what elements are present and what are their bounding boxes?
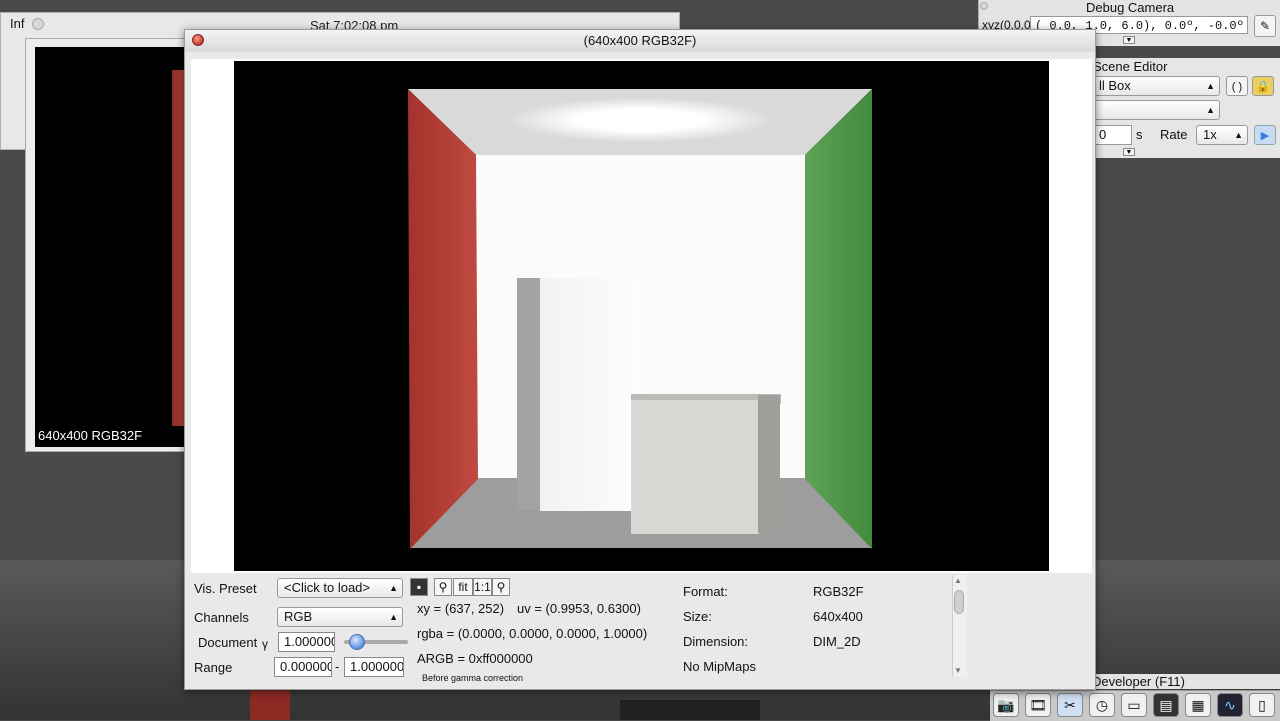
updown-arrow-icon: ▲ xyxy=(1206,81,1215,91)
scroll-down-icon[interactable]: ▼ xyxy=(954,666,962,675)
one-to-one-button[interactable]: 1:1 xyxy=(473,578,492,596)
range-label: Range xyxy=(194,660,233,675)
info-window-title: Inf xyxy=(10,16,25,31)
argb-readout: ARGB = 0xff000000 xyxy=(417,651,533,666)
uv-readout: uv = (0.9953, 0.6300) xyxy=(517,601,641,616)
play-button[interactable]: ▶ xyxy=(1254,125,1276,145)
background-red-wall xyxy=(250,690,290,720)
document-label: Document xyxy=(198,635,258,650)
size-label: Size: xyxy=(683,609,712,624)
eyedropper-icon: ⚲ xyxy=(438,580,448,594)
play-icon: ▶ xyxy=(1260,130,1270,142)
format-value: RGB32F xyxy=(813,584,864,599)
save-icon: ▪ xyxy=(416,580,422,594)
thumbnail-label: 640x400 RGB32F xyxy=(38,428,143,443)
short-block-side xyxy=(758,395,780,533)
updown-arrow-icon: ▲ xyxy=(1206,105,1215,115)
camera-icon[interactable]: 📷 xyxy=(993,693,1019,717)
debug-close-button[interactable] xyxy=(980,2,988,10)
pick-pixel-button[interactable]: ⚲ xyxy=(434,578,452,596)
range-min-field[interactable]: 0.000000 xyxy=(274,657,332,677)
console-icon[interactable]: ▤ xyxy=(1153,693,1179,717)
edit-camera-button[interactable]: ✎ xyxy=(1254,15,1276,37)
reload-scene-button[interactable]: ( ) xyxy=(1226,76,1248,96)
debug-camera-title: Debug Camera xyxy=(1086,0,1175,15)
reload-icon: ( ) xyxy=(1231,81,1243,93)
clock-icon[interactable]: ◷ xyxy=(1089,693,1115,717)
time-unit: s xyxy=(1136,127,1143,142)
updown-arrow-icon: ▲ xyxy=(1234,130,1243,140)
scene-expand-arrow[interactable]: ▼ xyxy=(1123,148,1135,156)
tools-icon[interactable]: ✂ xyxy=(1057,693,1083,717)
save-image-button[interactable]: ▪ xyxy=(410,578,428,596)
channels-label: Channels xyxy=(194,610,249,625)
fit-button[interactable]: fit xyxy=(453,578,473,596)
size-value: 640x400 xyxy=(813,609,863,624)
channels-select[interactable]: RGB ▲ xyxy=(277,607,403,627)
info-close-button[interactable] xyxy=(32,18,44,30)
rate-label: Rate xyxy=(1160,127,1188,142)
note-icon[interactable]: ▭ xyxy=(1121,693,1147,717)
lock-icon: 🔒 xyxy=(1256,81,1270,93)
gamma-symbol: γ xyxy=(262,637,268,651)
info-scrollbar-thumb[interactable] xyxy=(954,590,964,614)
gamma-field[interactable]: 1.000000 xyxy=(278,632,335,652)
gamma-slider-knob[interactable] xyxy=(348,634,365,650)
ceiling-light xyxy=(510,98,770,142)
rate-select[interactable]: 1x ▲ xyxy=(1196,125,1248,145)
dimension-value: DIM_2D xyxy=(813,634,861,649)
scroll-up-icon[interactable]: ▲ xyxy=(954,576,962,585)
time-field[interactable]: 0 xyxy=(1092,125,1132,145)
dimension-label: Dimension: xyxy=(683,634,749,649)
vis-preset-select[interactable]: <Click to load> ▲ xyxy=(277,578,403,598)
lock-scene-button[interactable]: 🔒 xyxy=(1252,76,1274,96)
updown-arrow-icon: ▲ xyxy=(389,612,398,622)
updown-arrow-icon: ▲ xyxy=(389,583,398,593)
xy-readout: xy = (637, 252) xyxy=(417,601,505,616)
range-max-field[interactable]: 1.000000 xyxy=(344,657,404,677)
format-label: Format: xyxy=(683,584,728,599)
pin-button[interactable]: ⚲ xyxy=(492,578,510,596)
tall-block-side xyxy=(517,278,541,510)
scene-editor-title: Scene Editor xyxy=(1093,59,1168,74)
texture-window-title: (640x400 RGB32F) xyxy=(583,33,697,48)
thumbnail-image[interactable] xyxy=(35,47,190,447)
short-block xyxy=(631,400,759,534)
rgba-readout: rgba = (0.0000, 0.0000, 0.0000, 1.0000) xyxy=(417,626,648,641)
scene-select[interactable]: ll Box ▲ xyxy=(1092,76,1220,96)
right-wall xyxy=(805,89,872,549)
tall-block xyxy=(540,278,642,511)
document-icon[interactable]: ▯ xyxy=(1249,693,1275,717)
profiler-icon[interactable]: ∿ xyxy=(1217,693,1243,717)
background-shadow xyxy=(620,700,760,720)
pencil-icon: ✎ xyxy=(1259,19,1271,33)
left-wall xyxy=(408,89,478,549)
mipmaps-label: No MipMaps xyxy=(683,659,756,674)
debug-expand-arrow[interactable]: ▼ xyxy=(1123,36,1135,44)
gamma-note: Before gamma correction xyxy=(422,673,524,683)
developer-label: Developer (F11) xyxy=(1092,674,1280,689)
pin-icon: ⚲ xyxy=(496,580,506,594)
film-icon[interactable]: 🎞 xyxy=(1025,693,1051,717)
scene-select-secondary[interactable]: ▲ xyxy=(1092,100,1220,120)
texture-browser-icon[interactable]: ▦ xyxy=(1185,693,1211,717)
range-dash: - xyxy=(335,659,340,674)
vis-preset-label: Vis. Preset xyxy=(194,581,257,596)
